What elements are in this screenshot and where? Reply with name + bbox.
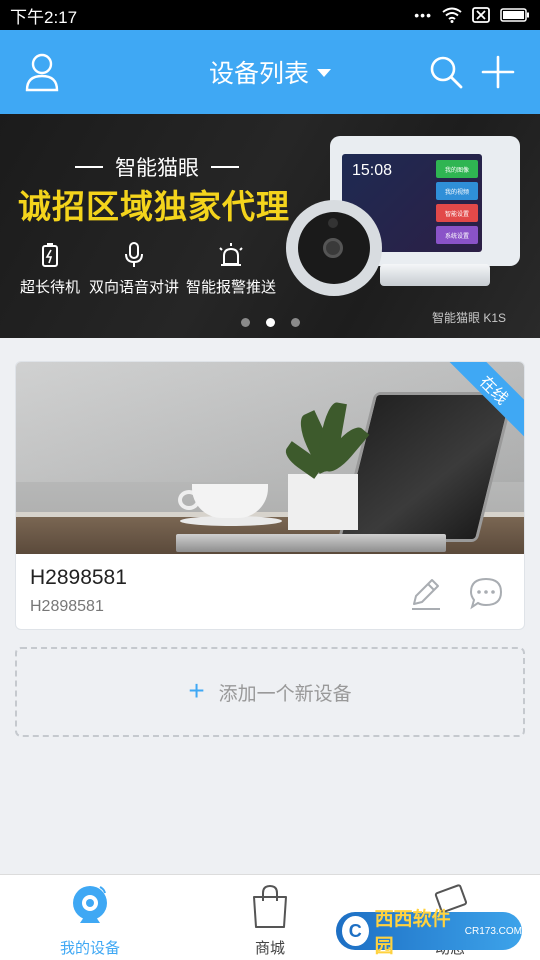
camera-icon bbox=[73, 886, 107, 923]
device-time: 15:08 bbox=[352, 162, 393, 179]
product-stand bbox=[380, 264, 490, 286]
camera-lens-small bbox=[328, 218, 338, 228]
alarm-icon bbox=[219, 243, 243, 266]
watermark-icon: C bbox=[342, 916, 369, 946]
banner-subtitle: 智能猫眼 bbox=[75, 152, 239, 182]
feature-standby: 超长待机 bbox=[20, 242, 80, 297]
promo-banner[interactable]: 智能猫眼 诚招区域独家代理 超长待机 双向语音对讲 智能报警推送 15:08 我… bbox=[0, 114, 540, 338]
nav-my-devices[interactable]: 我的设备 bbox=[20, 875, 160, 960]
microphone-icon bbox=[125, 242, 143, 267]
chat-icon bbox=[469, 577, 503, 610]
add-device-label: 添加一个新设备 bbox=[218, 683, 352, 705]
sim-x-icon bbox=[472, 7, 490, 23]
search-icon bbox=[430, 56, 463, 89]
search-button[interactable] bbox=[422, 48, 470, 96]
add-button[interactable] bbox=[474, 48, 522, 96]
banner-headline: 诚招区域独家代理 bbox=[18, 188, 290, 225]
banner-dot[interactable] bbox=[290, 318, 300, 327]
plus-icon: + bbox=[188, 674, 205, 706]
device-tile: 我的图像 bbox=[436, 160, 478, 178]
feature-alarm: 智能报警推送 bbox=[186, 242, 276, 297]
app-header: 设备列表 bbox=[0, 30, 540, 114]
status-bar: 下午2:17 ••• bbox=[0, 0, 540, 30]
battery-icon bbox=[42, 243, 58, 267]
nav-label: 商城 bbox=[254, 940, 285, 957]
edit-icon bbox=[412, 579, 440, 610]
add-device-button[interactable]: + 添加一个新设备 bbox=[15, 647, 525, 737]
banner-dot-active[interactable] bbox=[265, 318, 275, 327]
device-tile: 智能设置 bbox=[436, 204, 478, 222]
device-tile: 我的视频 bbox=[436, 182, 478, 200]
battery-icon bbox=[500, 8, 529, 22]
watermark-brand: 西西软件园 bbox=[374, 909, 451, 957]
camera-lens bbox=[323, 238, 343, 258]
device-snapshot-image[interactable]: 在线 bbox=[16, 362, 524, 554]
watermark-logo: C 西西软件园 CR173.COM bbox=[336, 909, 522, 957]
feature-voice: 双向语音对讲 bbox=[89, 242, 179, 297]
banner-dot[interactable] bbox=[240, 318, 250, 327]
banner-pagination bbox=[0, 318, 540, 327]
edit-device-button[interactable] bbox=[408, 576, 444, 612]
status-icons: ••• bbox=[414, 7, 530, 23]
message-button[interactable] bbox=[468, 576, 504, 612]
page-title: 设备列表 bbox=[208, 60, 309, 88]
watermark-url: CR173.COM bbox=[464, 925, 522, 937]
caret-down-icon bbox=[317, 69, 331, 77]
shopping-bag-icon bbox=[253, 884, 287, 928]
more-dots-icon: ••• bbox=[414, 7, 432, 23]
nav-store[interactable]: 商城 bbox=[200, 875, 340, 960]
device-id: H2898581 bbox=[30, 598, 104, 615]
device-name: H2898581 bbox=[30, 566, 127, 589]
nav-label: 我的设备 bbox=[59, 940, 120, 957]
plus-icon bbox=[481, 55, 515, 89]
device-card[interactable]: 在线 H2898581 H2898581 bbox=[15, 361, 525, 630]
status-time: 下午2:17 bbox=[10, 7, 78, 27]
wifi-icon bbox=[442, 7, 462, 23]
device-tile: 系统设置 bbox=[436, 226, 478, 244]
